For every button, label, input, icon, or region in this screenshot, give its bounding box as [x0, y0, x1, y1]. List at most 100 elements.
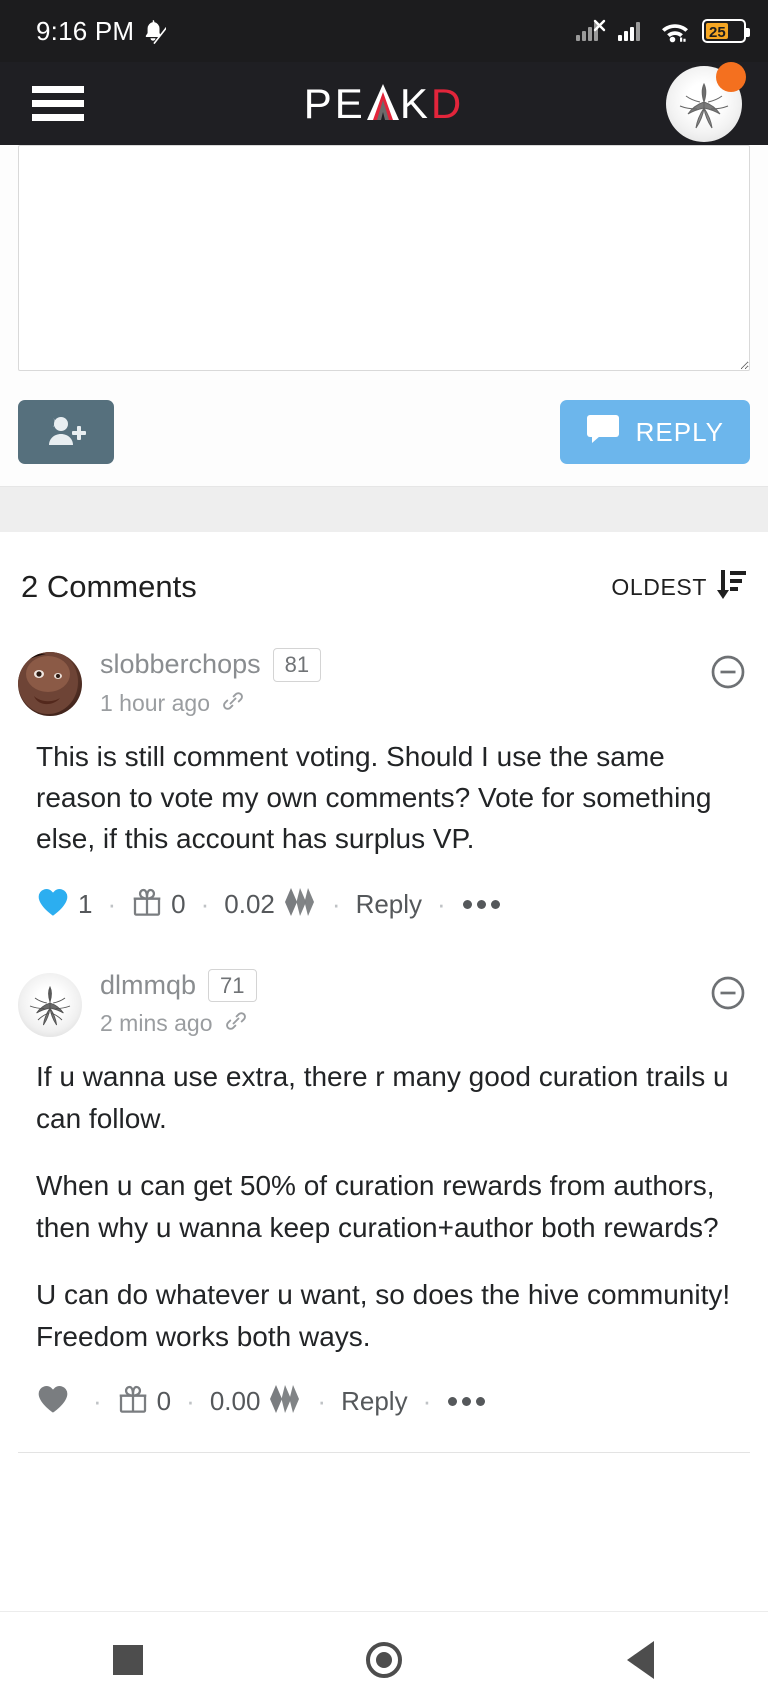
comment-author-line: slobberchops 81 [100, 648, 750, 682]
comment-header: slobberchops 81 1 hour ago [18, 648, 750, 718]
signal-bars-icon [618, 18, 648, 44]
reply-button-label: REPLY [635, 416, 724, 447]
comment-time-line: 2 mins ago [100, 1009, 750, 1038]
action-separator: · [331, 889, 341, 920]
android-nav-bar [0, 1611, 768, 1707]
page-scroll-area: REPLY 2 Comments OLDEST slobberchops 81 … [0, 145, 768, 1453]
comment-author-line: dlmmqb 71 [100, 968, 750, 1003]
brand-text-k: K [399, 79, 431, 127]
back-button[interactable] [585, 1630, 695, 1690]
comment-actions: · 0 · 0.00 · Reply · [18, 1383, 750, 1430]
upvote-button[interactable]: 1 [36, 887, 92, 922]
gift-button[interactable]: 0 [131, 886, 186, 923]
status-bar-right: 25 [576, 18, 750, 44]
link-icon[interactable] [221, 689, 245, 718]
reply-editor-controls: REPLY [18, 400, 750, 464]
comment-meta: dlmmqb 71 2 mins ago [100, 968, 750, 1039]
status-clock: 9:16 PM [36, 15, 135, 46]
link-icon[interactable] [224, 1009, 248, 1038]
payout-value[interactable]: 0.00 [210, 1384, 303, 1419]
reply-input[interactable] [18, 145, 750, 371]
gift-count: 0 [171, 888, 186, 919]
comment-actions: 1 · 0 · 0.02 · Reply · [18, 886, 750, 933]
upvote-count: 1 [78, 888, 93, 919]
heart-icon [36, 1384, 70, 1419]
comment-paragraph: This is still comment voting. Should I u… [36, 740, 712, 855]
more-dots-icon[interactable] [446, 1391, 487, 1412]
payout-amount: 0.00 [209, 1385, 261, 1416]
add-user-icon [45, 414, 87, 451]
hamburger-icon[interactable] [30, 80, 86, 127]
square-icon [113, 1644, 143, 1675]
comment-reputation-badge: 71 [208, 968, 257, 1003]
gift-count: 0 [156, 1385, 172, 1416]
comment-body: If u wanna use extra, there r many good … [18, 1056, 750, 1357]
comment-item: dlmmqb 71 2 mins ago If u wanna use extr… [18, 957, 750, 1430]
reply-link[interactable]: Reply [341, 1386, 407, 1417]
comment-author[interactable]: slobberchops [100, 649, 261, 680]
sort-descending-icon [717, 568, 747, 606]
comment-paragraph: U can do whatever u want, so does the hi… [36, 1279, 731, 1352]
hive-logo-icon [268, 1384, 302, 1419]
collapse-comment-button[interactable] [710, 975, 746, 1011]
action-separator: · [422, 1386, 432, 1417]
comment-paragraph: If u wanna use extra, there r many good … [36, 1061, 729, 1134]
home-button[interactable] [329, 1630, 439, 1690]
reply-editor: REPLY [0, 145, 768, 486]
more-dots-icon[interactable] [461, 894, 502, 915]
comment-timestamp: 2 mins ago [100, 1010, 213, 1037]
comment-icon [586, 414, 620, 451]
action-separator: · [107, 889, 117, 920]
signal-no-sim-icon [576, 18, 608, 44]
recents-button[interactable] [73, 1630, 183, 1690]
comment-reputation-badge: 81 [272, 648, 322, 682]
brand-peak-icon [366, 80, 400, 122]
sort-control[interactable]: OLDEST [611, 568, 747, 606]
comment-paragraph: When u can get 50% of curation rewards f… [36, 1170, 719, 1243]
comment-author[interactable]: dlmmqb [100, 970, 196, 1001]
battery-icon: 25 [702, 19, 750, 43]
payout-value[interactable]: 0.02 [224, 887, 317, 922]
brand-text-d: D [430, 79, 465, 127]
heart-icon [36, 887, 70, 922]
comment-item: slobberchops 81 1 hour ago This is still… [18, 636, 750, 933]
hive-logo-icon [283, 887, 317, 922]
comment-meta: slobberchops 81 1 hour ago [100, 648, 750, 718]
status-bar-left: 9:16 PM [36, 15, 167, 47]
action-separator: · [186, 1386, 195, 1417]
app-brand-logo: PE KD [0, 80, 768, 128]
comment-time-line: 1 hour ago [100, 689, 750, 718]
comment-avatar[interactable] [18, 652, 82, 716]
comments-section: 2 Comments OLDEST slobberchops 81 1 hour… [0, 532, 768, 1453]
comments-header: 2 Comments OLDEST [18, 532, 750, 636]
action-separator: · [93, 1386, 102, 1417]
action-separator: · [200, 889, 210, 920]
avatar[interactable] [666, 61, 746, 142]
upvote-button[interactable] [36, 1384, 78, 1419]
action-separator: · [317, 1386, 327, 1417]
app-header: PE KD [0, 61, 768, 145]
comment-timestamp: 1 hour ago [100, 689, 210, 716]
gift-icon [131, 886, 163, 923]
add-user-button[interactable] [18, 400, 114, 464]
comment-body: This is still comment voting. Should I u… [18, 736, 750, 860]
gift-button[interactable]: 0 [117, 1383, 171, 1420]
triangle-icon [626, 1640, 654, 1679]
reply-link[interactable]: Reply [356, 889, 422, 920]
section-divider [0, 486, 768, 532]
bell-muted-icon [140, 17, 167, 45]
brand-text-pe: PE [303, 79, 366, 127]
circle-icon [366, 1641, 402, 1678]
status-bar: 9:16 PM 25 [0, 0, 768, 62]
action-separator: · [437, 889, 446, 920]
comment-header: dlmmqb 71 2 mins ago [18, 968, 750, 1039]
collapse-comment-button[interactable] [710, 654, 746, 690]
reply-button[interactable]: REPLY [559, 400, 750, 464]
payout-amount: 0.02 [224, 888, 275, 919]
notification-badge[interactable] [716, 61, 746, 92]
comment-avatar[interactable] [18, 972, 82, 1037]
gift-icon [117, 1383, 149, 1420]
comments-bottom-divider [18, 1451, 750, 1453]
comments-count-title: 2 Comments [21, 569, 197, 604]
battery-percent-label: 25 [709, 24, 726, 41]
